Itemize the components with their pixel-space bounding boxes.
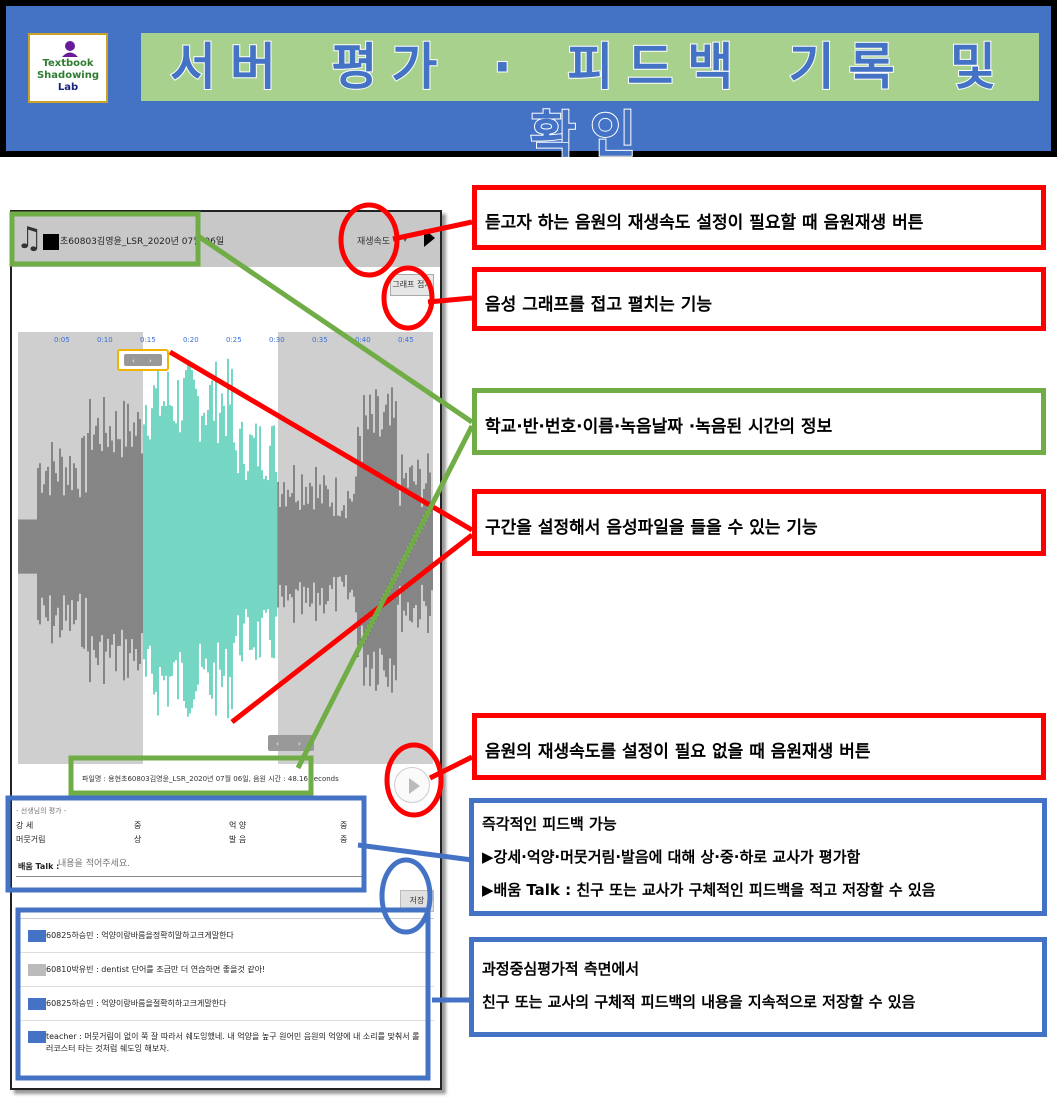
waveform-panel[interactable]: 0:05 0:10 0:15 0:20 0:25 0:30 0:35 0:40 0:45 ‹ ›…	[18, 332, 433, 764]
logo: Textbook Shadowing Lab	[28, 33, 108, 103]
callout-text: ▶배움 Talk : 친구 또는 교사가 구체적인 피드백을 적고 저장할 수 …	[482, 881, 936, 899]
eval-grade[interactable]: 중	[134, 820, 141, 831]
callout-no-speed-play: 음원의 재생속도를 설정이 필요 없을 때 음원재생 버튼	[472, 713, 1046, 780]
callout-info: 학교·반·번호·이름·녹음날짜 ·녹음된 시간의 정보	[472, 388, 1046, 455]
callout-text: 듣고자 하는 음원의 재생속도 설정이 필요할 때 음원재생 버튼	[485, 213, 924, 233]
header-background: Textbook Shadowing Lab 서버 평가 · 피드백 기록 및 …	[6, 6, 1051, 165]
callout-section: 구간을 설정해서 음성파일을 들을 수 있는 기능	[472, 489, 1046, 556]
callout-text: 음성 그래프를 접고 펼치는 기능	[485, 295, 712, 315]
file-info-label: 초60803김영윤_LSR_2020년 07월 06일	[60, 237, 225, 247]
time-tick-label: 0:05	[54, 336, 70, 344]
play-icon[interactable]	[424, 229, 435, 247]
divider	[16, 876, 364, 877]
time-axis: 0:05 0:10 0:15 0:20 0:25 0:30 0:35 0:40 0:45	[54, 336, 414, 344]
redaction-block	[43, 234, 59, 250]
app-screenshot: ♫ 초60803김영윤_LSR_2020년 07월 06일 재생속도 ▼ 그래프…	[10, 210, 442, 1090]
callout-text: 학교·반·번호·이름·녹음날짜 ·녹음된 시간의 정보	[485, 417, 833, 437]
time-tick-label: 0:45	[398, 336, 414, 344]
eval-grade[interactable]: 중	[340, 820, 347, 831]
chevron-left-icon: ‹	[132, 357, 135, 365]
eval-item: 억 양	[229, 821, 247, 830]
list-item: 60825하승민 : 억양이랑바름을정확히말하고크게말한다	[16, 919, 434, 953]
list-item: teacher : 머뭇거림이 없이 쭉 잘 따라서 쉐도잉했네. 내 억양을 …	[16, 1021, 434, 1079]
teacher-evaluation: - 선생님의 평가 - 강 세 중 억 양 중 머뭇거림 상 발 음 중 배움 …	[14, 804, 438, 888]
time-tick-label: 0:20	[183, 336, 199, 344]
eval-item: 발 음	[229, 835, 247, 844]
eval-grade[interactable]: 중	[340, 834, 347, 845]
callout-fold-graph: 음성 그래프를 접고 펼치는 기능	[472, 267, 1046, 331]
callout-text: 음원의 재생속도를 설정이 필요 없을 때 음원재생 버튼	[485, 742, 871, 762]
fold-graph-button[interactable]: 그래프 접기	[390, 274, 434, 296]
callout-feedback: 즉각적인 피드백 가능 ▶강세·억양·머뭇거림·발음에 대해 상·중·하로 교사…	[469, 798, 1047, 916]
header-banner: Textbook Shadowing Lab 서버 평가 · 피드백 기록 및 …	[0, 0, 1057, 165]
redaction-block	[28, 930, 46, 942]
logo-text: Textbook Shadowing Lab	[30, 58, 106, 94]
chevron-right-icon: ›	[149, 357, 152, 365]
page-title: 서버 평가 · 피드백 기록 및 확인	[169, 37, 1011, 165]
logo-line-2: Shadowing	[36, 70, 100, 81]
callout-text: 구간을 설정해서 음성파일을 들을 수 있는 기능	[485, 518, 818, 538]
comment-text: teacher : 머뭇거림이 없이 쭉 잘 따라서 쉐도잉했네. 내 억양을 …	[46, 1032, 420, 1053]
music-note-icon: ♫	[16, 221, 43, 256]
title-bar: 서버 평가 · 피드백 기록 및 확인	[141, 33, 1039, 165]
waveform-graph[interactable]: 0:05 0:10 0:15 0:20 0:25 0:30 0:35 0:40 0:45 ‹ ›…	[18, 332, 433, 764]
time-tick-label: 0:35	[312, 336, 328, 344]
callout-text: 과정중심평가적 측면에서	[482, 960, 640, 978]
time-tick-label: 0:40	[355, 336, 371, 344]
app-top-bar: ♫ 초60803김영윤_LSR_2020년 07월 06일 재생속도 ▼	[12, 212, 440, 267]
play-icon	[409, 778, 420, 794]
range-end-handle[interactable]: ‹ ›	[268, 735, 314, 751]
list-item: 60825하승민 : 억양이랑바름을절확히하고크게말한다	[16, 987, 434, 1021]
redaction-block	[28, 964, 46, 976]
evaluation-legend: - 선생님의 평가 -	[16, 807, 67, 815]
range-start-handle[interactable]: ‹ ›	[117, 349, 169, 371]
redaction-block	[28, 998, 46, 1010]
slide: Textbook Shadowing Lab 서버 평가 · 피드백 기록 및 …	[0, 0, 1057, 1103]
callout-speed-play: 듣고자 하는 음원의 재생속도 설정이 필요할 때 음원재생 버튼	[472, 185, 1046, 250]
redaction-block	[28, 1031, 46, 1043]
callout-process: 과정중심평가적 측면에서 친구 또는 교사의 구체적 피드백의 내용을 지속적으…	[469, 937, 1047, 1037]
comment-list: 60825하승민 : 억양이랑바름을정확히말하고크게말한다 60810박유빈 :…	[16, 918, 434, 1080]
eval-item: 머뭇거림	[16, 835, 46, 844]
comment-text: 60825하승민 : 억양이랑바름을정확히말하고크게말한다	[46, 931, 234, 940]
comment-text: 60825하승민 : 억양이랑바름을절확히하고크게말한다	[46, 999, 227, 1008]
talk-input[interactable]	[58, 856, 358, 872]
eval-grade[interactable]: 상	[134, 834, 141, 845]
talk-label: 배움 Talk :	[18, 862, 60, 871]
logo-line-3: Lab	[57, 82, 79, 93]
eval-item: 강 세	[16, 821, 34, 830]
headset-icon	[62, 41, 78, 57]
callout-text: ▶강세·억양·머뭇거림·발음에 대해 상·중·하로 교사가 평가함	[482, 848, 861, 866]
save-button[interactable]: 저장	[400, 890, 434, 912]
play-button[interactable]	[394, 767, 430, 803]
chevron-left-icon: ‹	[276, 740, 279, 748]
callout-text: 친구 또는 교사의 구체적 피드백의 내용을 지속적으로 저장할 수 있음	[482, 993, 916, 1011]
chevron-down-icon[interactable]: ▼	[402, 234, 408, 243]
playback-speed-select[interactable]: 재생속도	[357, 234, 390, 247]
callout-text: 즉각적인 피드백 가능	[482, 815, 617, 833]
time-tick-label: 0:25	[226, 336, 242, 344]
file-caption: 파일명 : 용현초60803김영윤_LSR_2020년 07월 06일, 음원 …	[82, 775, 339, 783]
time-tick-label: 0:15	[140, 336, 156, 344]
comment-text: 60810박유빈 : dentist 단어를 조금만 더 연습하면 좋을것 같아…	[46, 965, 266, 974]
time-tick-label: 0:10	[97, 336, 113, 344]
chevron-right-icon: ›	[298, 740, 301, 748]
logo-line-1: Textbook	[42, 58, 94, 69]
time-tick-label: 0:30	[269, 336, 285, 344]
list-item: 60810박유빈 : dentist 단어를 조금만 더 연습하면 좋을것 같아…	[16, 953, 434, 987]
